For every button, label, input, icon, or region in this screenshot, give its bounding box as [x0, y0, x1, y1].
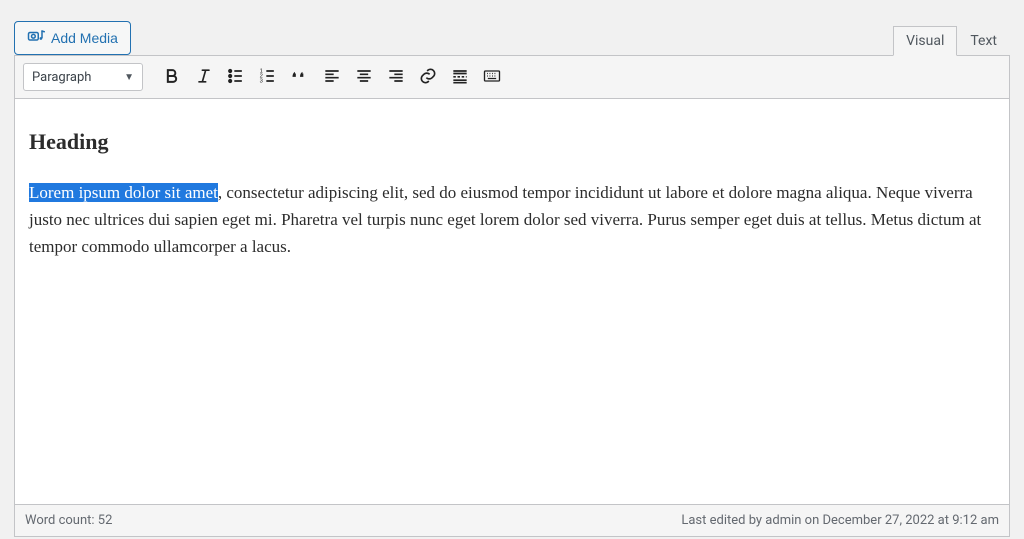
- italic-icon: [194, 66, 214, 89]
- read-more-button[interactable]: [445, 62, 475, 92]
- chevron-down-icon: ▼: [124, 72, 134, 83]
- add-media-button[interactable]: Add Media: [14, 21, 131, 55]
- word-count-value: 52: [98, 513, 113, 528]
- content-heading[interactable]: Heading: [29, 129, 995, 155]
- blockquote-icon: [290, 66, 310, 89]
- content-paragraph[interactable]: Lorem ipsum dolor sit amet, consectetur …: [29, 179, 995, 261]
- tab-visual[interactable]: Visual: [893, 26, 957, 56]
- link-icon: [418, 66, 438, 89]
- editor-mode-tabs: Visual Text: [893, 22, 1010, 55]
- editor-toolbar: Paragraph ▼ 123: [14, 55, 1010, 99]
- numbered-list-button[interactable]: 123: [253, 62, 283, 92]
- bullet-list-button[interactable]: [221, 62, 251, 92]
- italic-button[interactable]: [189, 62, 219, 92]
- align-right-button[interactable]: [381, 62, 411, 92]
- align-center-button[interactable]: [349, 62, 379, 92]
- numbered-list-icon: 123: [258, 66, 278, 89]
- bold-button[interactable]: [157, 62, 187, 92]
- blockquote-button[interactable]: [285, 62, 315, 92]
- bold-icon: [162, 66, 182, 89]
- keyboard-icon: [482, 66, 502, 89]
- editor-status-bar: Word count: 52 Last edited by admin on D…: [14, 505, 1010, 537]
- editor-content[interactable]: Heading Lorem ipsum dolor sit amet, cons…: [14, 99, 1010, 505]
- editor-top-row: Add Media Visual Text: [0, 0, 1024, 55]
- bullet-list-icon: [226, 66, 246, 89]
- insert-link-button[interactable]: [413, 62, 443, 92]
- word-count-label: Word count:: [25, 513, 98, 528]
- align-left-button[interactable]: [317, 62, 347, 92]
- read-more-icon: [450, 66, 470, 89]
- camera-music-icon: [27, 28, 45, 48]
- add-media-label: Add Media: [51, 31, 118, 45]
- format-select-value: Paragraph: [32, 70, 91, 85]
- tab-text[interactable]: Text: [957, 26, 1010, 55]
- align-center-icon: [354, 66, 374, 89]
- toolbar-toggle-button[interactable]: [477, 62, 507, 92]
- svg-text:3: 3: [260, 78, 263, 84]
- classic-editor: Add Media Visual Text Paragraph ▼: [0, 0, 1024, 539]
- last-edited-text: Last edited by admin on December 27, 202…: [681, 513, 999, 528]
- format-select[interactable]: Paragraph ▼: [23, 63, 143, 91]
- word-count: Word count: 52: [25, 513, 112, 528]
- align-left-icon: [322, 66, 342, 89]
- align-right-icon: [386, 66, 406, 89]
- selected-text[interactable]: Lorem ipsum dolor sit amet: [29, 183, 218, 202]
